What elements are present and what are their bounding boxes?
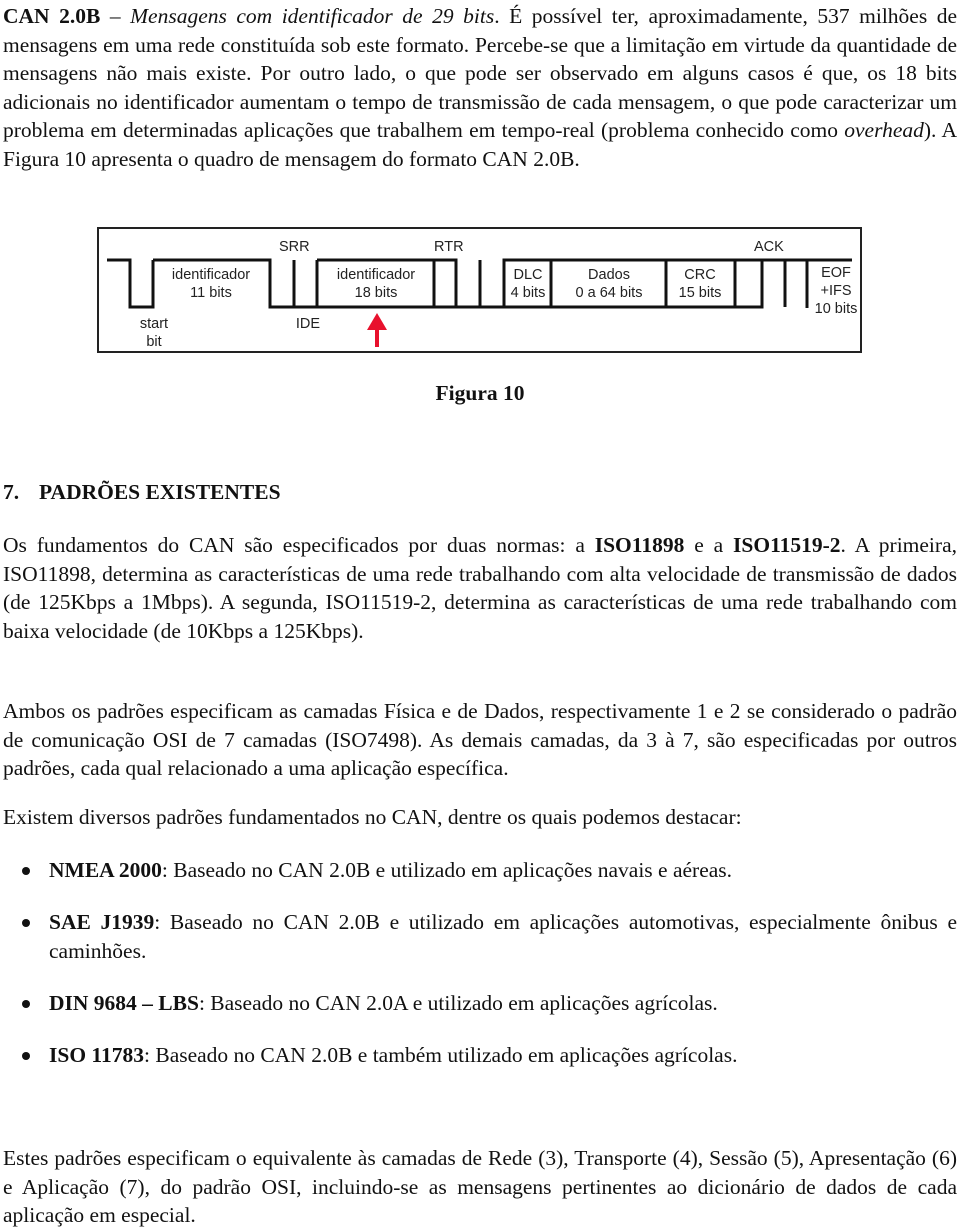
- p1-iso11519: ISO11519-2: [733, 533, 841, 557]
- can-frame-diagram: SRR RTR ACK identificador 11 bits identi…: [97, 227, 862, 353]
- paragraph-upper-layers: Estes padrões especificam o equivalente …: [3, 1146, 957, 1227]
- p1-iso11898: ISO11898: [594, 533, 685, 557]
- label-start-l1: start: [140, 316, 168, 332]
- label-id11-l2: 11 bits: [190, 285, 232, 301]
- intro-lead-italic: Mensagens com identificador de 29 bits: [130, 4, 495, 28]
- label-eof-l2: +IFS: [820, 283, 851, 299]
- ack-wave: [735, 258, 787, 309]
- label-dados-l1: Dados: [588, 267, 630, 283]
- standard-desc: : Baseado no CAN 2.0A e utilizado em apl…: [198, 991, 718, 1015]
- bullet-icon: [22, 919, 30, 927]
- intro-dash: –: [100, 4, 131, 28]
- paragraph-standards-intro: Existem diversos padrões fundamentados n…: [3, 805, 742, 829]
- start-bit-wave: [107, 258, 155, 309]
- bullet-icon: [22, 1000, 30, 1008]
- bullet-icon: [22, 1052, 30, 1060]
- p1-text-1: Os fundamentos do CAN são especificados …: [3, 533, 595, 557]
- ide-wave: [294, 260, 319, 309]
- can-frame-waveform: SRR RTR ACK identificador 11 bits identi…: [107, 239, 858, 350]
- standard-desc: : Baseado no CAN 2.0B e utilizado em apl…: [49, 910, 958, 963]
- label-eof-l3: 10 bits: [815, 301, 858, 317]
- label-dlc-l2: 4 bits: [511, 285, 546, 301]
- intro-paragraph: CAN 2.0B – Mensagens com identificador d…: [3, 2, 957, 173]
- standard-desc: : Baseado no CAN 2.0B e também utilizado…: [144, 1043, 738, 1067]
- label-crc-l1: CRC: [684, 267, 715, 283]
- section-title: PADRÕES EXISTENTES: [39, 480, 281, 504]
- label-start-l2: bit: [146, 334, 161, 350]
- standard-desc: : Baseado no CAN 2.0B e utilizado em apl…: [161, 858, 733, 882]
- standard-name: DIN 9684 – LBS: [49, 991, 199, 1015]
- label-ack: ACK: [754, 239, 784, 255]
- bullet-icon: [22, 867, 30, 875]
- label-ide: IDE: [296, 316, 321, 332]
- intro-lead: CAN 2.0B: [3, 4, 101, 28]
- paragraph-osi-layers: Ambos os padrões especificam as camadas …: [3, 699, 957, 780]
- label-rtr: RTR: [434, 239, 464, 255]
- label-eof-l1: EOF: [821, 265, 851, 281]
- red-arrow-icon: [367, 313, 387, 347]
- label-dlc-l1: DLC: [513, 267, 542, 283]
- label-srr: SRR: [279, 239, 310, 255]
- label-id18-l1: identificador: [337, 267, 415, 283]
- intro-overhead: overhead: [844, 118, 924, 142]
- section-heading: 7. PADRÕES EXISTENTES: [3, 480, 281, 505]
- p1-text-2: e a: [684, 533, 734, 557]
- label-id18-l2: 18 bits: [355, 285, 398, 301]
- figure-caption: Figura 10: [435, 381, 525, 405]
- label-crc-l2: 15 bits: [679, 285, 722, 301]
- label-dados-l2: 0 a 64 bits: [576, 285, 643, 301]
- label-id11-l1: identificador: [172, 267, 250, 283]
- standard-name: NMEA 2000: [49, 858, 162, 882]
- standard-name: ISO 11783: [49, 1043, 144, 1067]
- rtr-bit-box: [434, 258, 458, 309]
- section-number: 7.: [3, 480, 20, 504]
- standard-name: SAE J1939: [49, 910, 155, 934]
- paragraph-standards-iso: Os fundamentos do CAN são especificados …: [3, 531, 957, 645]
